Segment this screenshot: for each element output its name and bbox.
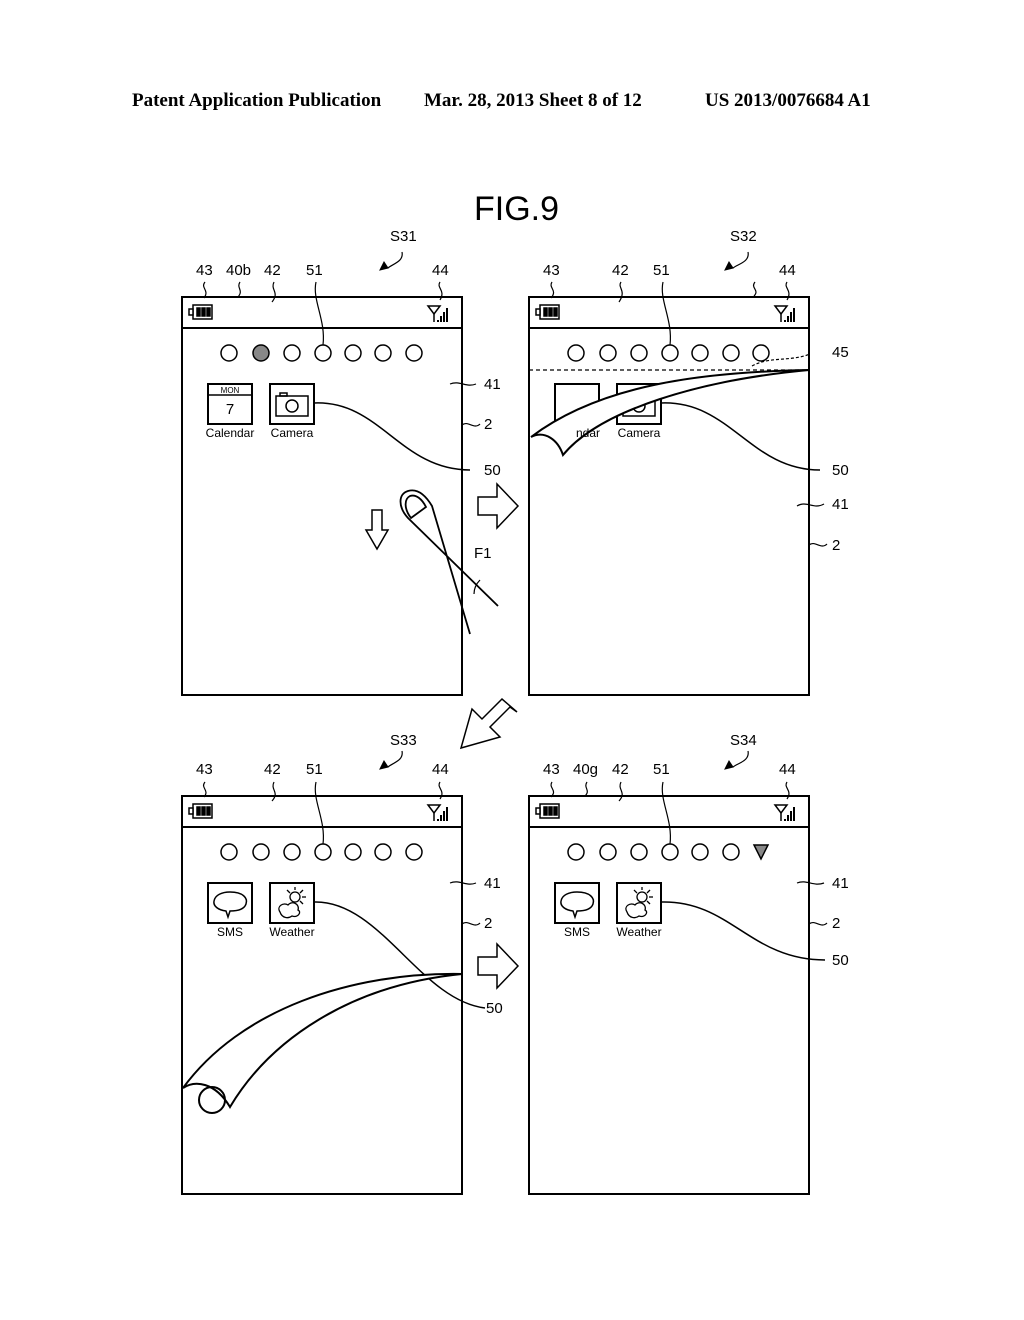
page-indicator (567, 344, 770, 362)
calendar-date: 7 (225, 401, 235, 418)
page-peel (530, 369, 810, 458)
down-arrow-icon (364, 509, 390, 551)
panel-s31 (181, 251, 499, 696)
ref-41: 41 (484, 875, 501, 892)
ref-51: 51 (653, 262, 670, 279)
app-label-camera: Camera (270, 426, 314, 440)
calendar-day: MON (220, 386, 240, 395)
battery-icon (188, 304, 213, 320)
right-arrow-icon (477, 482, 520, 530)
ref-51: 51 (653, 761, 670, 778)
ref-44: 44 (779, 761, 796, 778)
battery-icon (535, 803, 560, 819)
ref-42: 42 (612, 262, 629, 279)
ref-44: 44 (779, 262, 796, 279)
ref-2: 2 (484, 416, 493, 433)
ref-f1: F1 (474, 545, 492, 562)
app-label-weather: Weather (616, 925, 662, 939)
page-roll (182, 972, 463, 1109)
ref-51: 51 (306, 262, 323, 279)
ref-43: 43 (543, 761, 560, 778)
step-label-s34: S34 (730, 732, 757, 749)
signal-icon (426, 305, 448, 322)
app-label-calendar: Calendar (205, 426, 255, 440)
sms-icon (207, 882, 253, 924)
page-indicator (220, 843, 423, 861)
panel-s34 (528, 750, 828, 1195)
ref-42: 42 (264, 262, 281, 279)
step-label-s33: S33 (390, 732, 417, 749)
panel-s33 (181, 750, 486, 1195)
ref-2: 2 (832, 537, 841, 554)
ref-40g: 40g (573, 761, 599, 778)
battery-icon (188, 803, 213, 819)
weather-icon (269, 882, 315, 924)
ref-50: 50 (484, 462, 501, 479)
ref-42: 42 (612, 761, 629, 778)
app-label-sms: SMS (216, 925, 244, 939)
ref-41: 41 (832, 875, 849, 892)
step-label-s32: S32 (730, 228, 757, 245)
ref-45: 45 (832, 344, 849, 361)
ref-41: 41 (832, 496, 849, 513)
phone-screen-frame (181, 296, 463, 696)
signal-icon (773, 804, 795, 821)
page-indicator (567, 843, 770, 861)
page-indicator (220, 344, 423, 362)
ref-2: 2 (832, 915, 841, 932)
ref-50: 50 (832, 462, 849, 479)
app-label-calendar-partial: ndar (575, 426, 601, 440)
app-label-camera: Camera (617, 426, 661, 440)
app-label-sms: SMS (563, 925, 591, 939)
ref-43: 43 (543, 262, 560, 279)
leader-line-50 (313, 402, 471, 471)
signal-icon (773, 305, 795, 322)
ref-43: 43 (196, 262, 213, 279)
ref-51: 51 (306, 761, 323, 778)
ref-44: 44 (432, 761, 449, 778)
signal-icon (426, 804, 448, 821)
sms-icon (554, 882, 600, 924)
ref-50: 50 (486, 1000, 503, 1017)
ref-2: 2 (484, 915, 493, 932)
figure-drawing (181, 251, 828, 1195)
panel-s32 (528, 251, 828, 696)
ref-40b: 40b (226, 262, 252, 279)
ref-42: 42 (264, 761, 281, 778)
ref-41: 41 (484, 376, 501, 393)
ref-50: 50 (832, 952, 849, 969)
page-indicator-active-triangle (752, 844, 770, 861)
battery-icon (535, 304, 560, 320)
ref-44: 44 (432, 262, 449, 279)
right-arrow-icon-2 (477, 942, 520, 990)
diagonal-arrow-icon (459, 697, 518, 750)
ref-43: 43 (196, 761, 213, 778)
camera-icon (269, 383, 315, 425)
step-label-s31: S31 (390, 228, 417, 245)
page-dot-active (252, 344, 270, 362)
app-label-weather: Weather (269, 925, 315, 939)
weather-icon (616, 882, 662, 924)
